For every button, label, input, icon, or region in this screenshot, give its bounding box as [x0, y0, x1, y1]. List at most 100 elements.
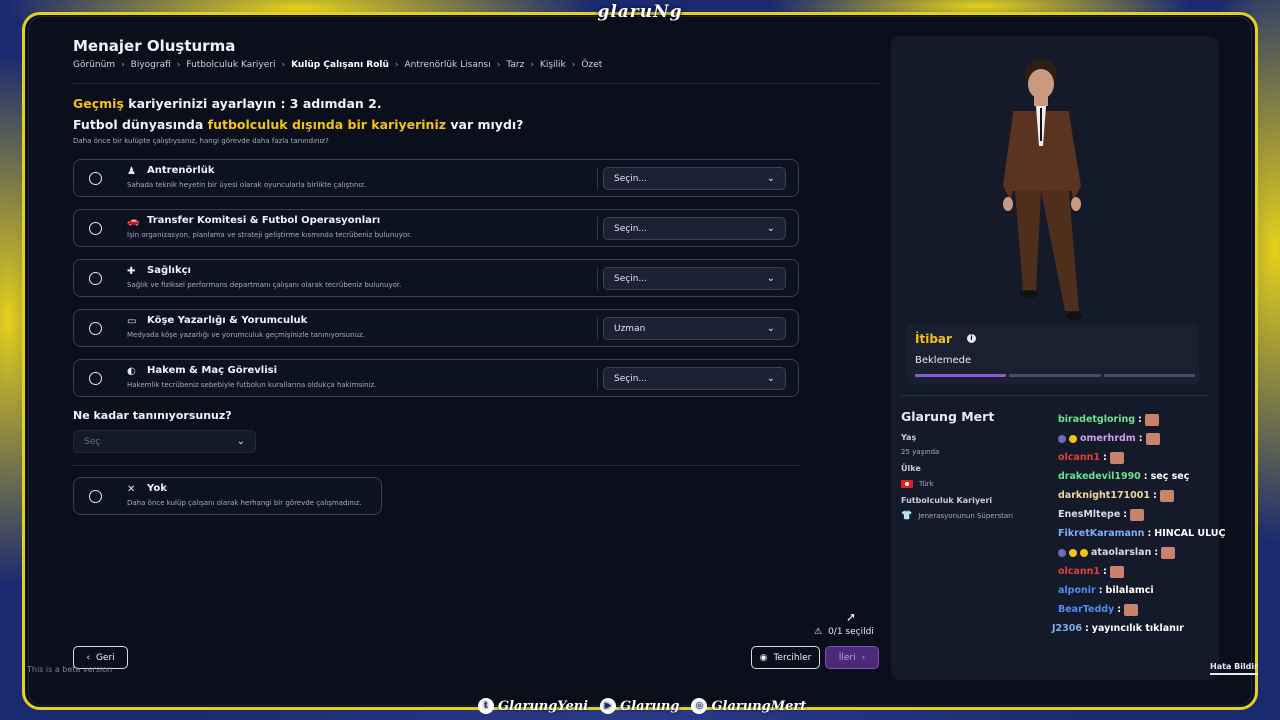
breadcrumb-item[interactable]: Futbolculuk Kariyeri [186, 60, 275, 70]
social-handle: GlarungYeni [498, 698, 589, 714]
emote-icon [1161, 546, 1176, 559]
reputation-card: İtibar i Beklemede [907, 324, 1199, 384]
chat-colon: : [1098, 585, 1103, 596]
step-heading-highlight: Geçmiş [73, 96, 124, 111]
career-option[interactable]: ✚ Sağlıkçı Sağlık ve fiziksel performans d… [73, 259, 799, 297]
option-title: Antrenörlük [147, 165, 215, 176]
level-select[interactable]: Seçin... ⌄ [603, 167, 786, 190]
chevron-left-icon: ‹ [86, 652, 90, 663]
whistle-icon: ◐ [127, 366, 136, 377]
option-radio[interactable] [89, 490, 102, 503]
career-option[interactable]: ◐ Hakem & Maç Görevlisi Hakemlik tecrübeni… [73, 359, 799, 397]
breadcrumb-item[interactable]: Kişilik [540, 60, 566, 70]
chat-username: EnesMltepe [1058, 509, 1121, 520]
chat-message: drakedevil1990: seç seç [1058, 467, 1252, 486]
chevron-down-icon: ⌄ [766, 373, 775, 384]
level-select[interactable]: Seçin... ⌄ [603, 217, 786, 240]
manager-avatar [1003, 59, 1082, 320]
level-select-value: Uzman [614, 324, 646, 334]
breadcrumb-item[interactable]: Tarz [506, 60, 524, 70]
chat-colon: : [1138, 414, 1142, 425]
career-value: 👕 Jenerasyonunun Süperstarı [901, 511, 1013, 521]
emote-icon [1109, 565, 1124, 578]
emote-icon [1144, 413, 1159, 426]
breadcrumb-item[interactable]: Antrenörlük Lisansı [405, 60, 491, 70]
chat-username: drakedevil1990 [1058, 471, 1141, 482]
selection-counter: ⚠ 0/1 seçildi [814, 627, 874, 637]
divider [597, 217, 598, 240]
career-option[interactable]: ▭ Köşe Yazarlığı & Yorumculuk Medyada köşe… [73, 309, 799, 347]
breadcrumb-separator-icon: › [496, 60, 501, 70]
brand-logo: glaruNg [597, 2, 683, 22]
chat-colon: : [1102, 452, 1107, 463]
back-button-label: Geri [95, 652, 115, 663]
breadcrumb-separator-icon: › [176, 60, 181, 70]
option-radio[interactable] [89, 272, 102, 285]
divider [73, 83, 879, 84]
career-option[interactable]: 🚗 Transfer Komitesi & Futbol Operasyonlar… [73, 209, 799, 247]
option-title: Yok [147, 483, 167, 494]
chat-colon: : [1102, 566, 1107, 577]
breadcrumb-separator-icon: › [281, 60, 286, 70]
report-bug-link[interactable]: Hata Bildir [1210, 662, 1259, 675]
option-radio[interactable] [89, 172, 102, 185]
option-radio[interactable] [89, 372, 102, 385]
chevron-down-icon: ⌄ [766, 173, 775, 184]
option-radio[interactable] [89, 322, 102, 335]
emote-icon [1145, 432, 1160, 445]
chat-message: olcann1: [1058, 448, 1252, 467]
option-none[interactable]: ✕ Yok Daha önce kulüp çalışanı olarak he… [73, 477, 382, 515]
option-description: Daha önce kulüp çalışanı olarak herhangi… [127, 499, 362, 507]
option-description: İşin organizasyon, planlama ve strateji … [127, 231, 412, 239]
question-hint: Daha önce bir kulüpte çalıştıysanız, han… [73, 137, 329, 145]
breadcrumb-item[interactable]: Özet [581, 60, 602, 70]
country-value: Türk [901, 480, 934, 488]
chat-message: J2306: yayıncılık tıklanır [1052, 619, 1252, 638]
fame-select[interactable]: Seç ⌄ [73, 430, 256, 453]
chat-colon: : [1084, 623, 1089, 634]
breadcrumb-separator-icon: › [571, 60, 576, 70]
badge-icon [1080, 548, 1088, 557]
social-handle: Glarung [620, 698, 680, 714]
option-title: Hakem & Maç Görevlisi [147, 365, 278, 376]
breadcrumb-item[interactable]: Görünüm [73, 60, 115, 70]
chevron-down-icon: ⌄ [766, 273, 775, 284]
question-highlight: futbolculuk dışında bir kariyeriniz [207, 117, 447, 132]
option-title: Sağlıkçı [147, 265, 191, 276]
beta-notice: This is a beta version [27, 665, 113, 674]
shirt-icon: 👕 [901, 511, 913, 521]
step-heading: Geçmiş kariyerinizi ayarlayın : 3 adımda… [73, 96, 382, 111]
breadcrumb-item[interactable]: Biyografi [131, 60, 171, 70]
chat-username: ataolarslan [1091, 547, 1152, 558]
preferences-button[interactable]: ◉ Tercihler [751, 646, 820, 669]
emote-icon [1109, 451, 1124, 464]
career-value-text: Jenerasyonunun Süperstarı [918, 512, 1013, 520]
option-description: Hakemlik tecrübeniz sebebiyle futbolun k… [127, 381, 377, 389]
level-select[interactable]: Seçin... ⌄ [603, 367, 786, 390]
age-value: 25 yaşında [901, 448, 939, 456]
age-label: Yaş [901, 433, 917, 442]
reputation-progress [915, 374, 1195, 377]
chat-message: biradetgloring: [1058, 410, 1252, 429]
chat-text: bilalamci [1105, 585, 1154, 596]
social-link: ▶ Glarung [600, 698, 679, 714]
level-select[interactable]: Seçin... ⌄ [603, 267, 786, 290]
turkey-flag-icon [901, 480, 913, 488]
career-option[interactable]: ♟ Antrenörlük Sahada teknik heyetin bir üy… [73, 159, 799, 197]
next-button[interactable]: İleri › [825, 646, 879, 669]
next-button-label: İleri [838, 652, 856, 663]
chat-message: omerhrdm: [1058, 429, 1252, 448]
option-radio[interactable] [89, 222, 102, 235]
badge-icon [1069, 434, 1077, 443]
chat-username: FikretKaramann [1058, 528, 1145, 539]
chat-username: olcann1 [1058, 452, 1100, 463]
breadcrumb-item[interactable]: Kulüp Çalışanı Rolü [291, 60, 389, 70]
reputation-title: İtibar [915, 332, 952, 346]
level-select[interactable]: Uzman ⌄ [603, 317, 786, 340]
youtube-icon: ▶ [600, 698, 617, 714]
preferences-button-label: Tercihler [773, 652, 812, 663]
fame-select-value: Seç [84, 437, 101, 447]
info-icon[interactable]: i [967, 334, 976, 343]
chat-colon: : [1117, 604, 1122, 615]
chat-message: EnesMltepe: [1058, 505, 1252, 524]
